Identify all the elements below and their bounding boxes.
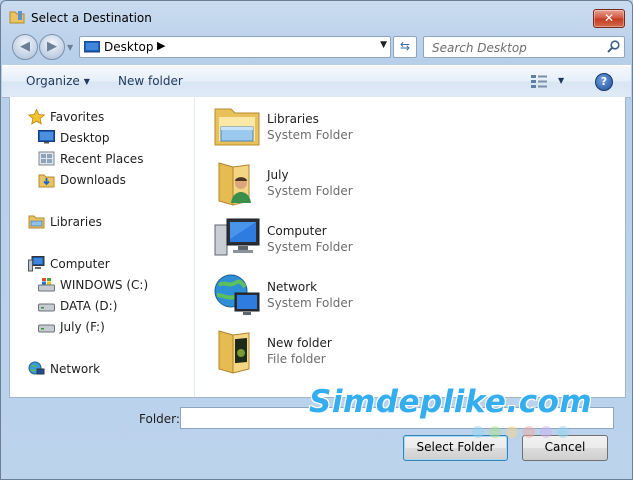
file-name: Network (267, 280, 318, 294)
nav-computer-label: Computer (50, 257, 110, 271)
chevron-down-icon: ▼ (83, 77, 90, 86)
view-options-icon[interactable] (530, 74, 548, 88)
title-bar[interactable]: Select a Destination ✕ (1, 1, 632, 31)
file-name: New folder (267, 336, 332, 350)
nav-desktop-label: Desktop (60, 131, 110, 145)
windows-drive-icon (38, 278, 55, 292)
nav-recent-places-label: Recent Places (60, 152, 144, 166)
dialog-window: Select a Destination ✕ ◀ ▶ ▼ Desktop ▶ ▼… (0, 0, 633, 480)
recent-places-icon (38, 151, 55, 166)
search-box[interactable] (423, 36, 625, 58)
nav-favorites-label: Favorites (50, 110, 105, 124)
new-folder-button[interactable]: New folder (118, 74, 183, 88)
recent-pages-dropdown[interactable]: ▼ (67, 43, 73, 52)
file-type: System Folder (267, 296, 353, 310)
list-item-computer[interactable]: Computer System Folder (213, 215, 513, 267)
desktop-icon (84, 41, 100, 53)
nav-network-label: Network (50, 362, 101, 376)
nav-drive-f-label: July (F:) (60, 320, 105, 334)
libraries-icon (214, 108, 260, 146)
user-folder-icon (218, 162, 251, 206)
command-bar: Organize ▼ New folder ▼ ? (2, 65, 631, 98)
desktop-icon (38, 130, 55, 144)
address-dropdown-icon[interactable]: ▼ (380, 40, 387, 50)
file-name: Libraries (267, 112, 319, 126)
file-type: System Folder (267, 184, 353, 198)
organize-button[interactable]: Organize ▼ (26, 74, 90, 88)
nav-drive-c-label: WINDOWS (C:) (60, 278, 149, 292)
file-name: Computer (267, 224, 327, 238)
nav-downloads-label: Downloads (60, 173, 126, 187)
address-crumb[interactable]: Desktop (104, 40, 154, 54)
hard-drive-icon (38, 303, 55, 312)
folder-icon (218, 330, 250, 374)
file-name: July (267, 168, 289, 182)
search-input[interactable] (430, 39, 604, 56)
file-list[interactable]: Libraries System Folder July System Fold… (195, 97, 625, 397)
close-button[interactable]: ✕ (593, 9, 625, 28)
watermark: Simdeplike.com (309, 384, 593, 420)
network-icon (28, 361, 45, 375)
network-icon (214, 274, 260, 315)
view-dropdown-icon[interactable]: ▼ (558, 76, 564, 85)
list-item-new-folder[interactable]: New folder File folder (213, 327, 513, 379)
folder-label: Folder: (139, 412, 180, 426)
forward-button[interactable]: ▶ (39, 34, 65, 60)
list-item-july[interactable]: July System Folder (213, 159, 513, 211)
file-type: System Folder (267, 240, 353, 254)
refresh-button[interactable]: ⇆ (393, 36, 417, 58)
list-item-network[interactable]: Network System Folder (213, 271, 513, 323)
computer-icon (28, 256, 45, 272)
watermark-dots-icon (472, 426, 569, 438)
navigation-pane[interactable]: Favorites Desktop Recent Places Download… (10, 97, 195, 397)
libraries-icon (28, 215, 45, 229)
address-bar[interactable]: Desktop ▶ ▼ (79, 36, 391, 58)
nav-libraries-label: Libraries (50, 215, 102, 229)
file-type: System Folder (267, 128, 353, 142)
help-button[interactable]: ? (595, 73, 613, 91)
nav-drive-d-label: DATA (D:) (60, 299, 118, 313)
organize-label: Organize (26, 74, 80, 88)
navigation-bar: ◀ ▶ ▼ Desktop ▶ ▼ ⇆ (1, 31, 632, 63)
removable-drive-icon (38, 324, 55, 333)
content-area: Favorites Desktop Recent Places Download… (9, 97, 626, 398)
folder-app-icon (9, 11, 25, 24)
back-button[interactable]: ◀ (12, 34, 38, 60)
window-title: Select a Destination (31, 11, 152, 25)
breadcrumb-arrow-icon[interactable]: ▶ (157, 39, 165, 52)
list-item-libraries[interactable]: Libraries System Folder (213, 103, 513, 155)
file-type: File folder (267, 352, 326, 366)
star-icon (28, 109, 45, 125)
search-icon[interactable] (607, 40, 620, 53)
downloads-folder-icon (38, 174, 55, 188)
computer-icon (214, 218, 260, 256)
